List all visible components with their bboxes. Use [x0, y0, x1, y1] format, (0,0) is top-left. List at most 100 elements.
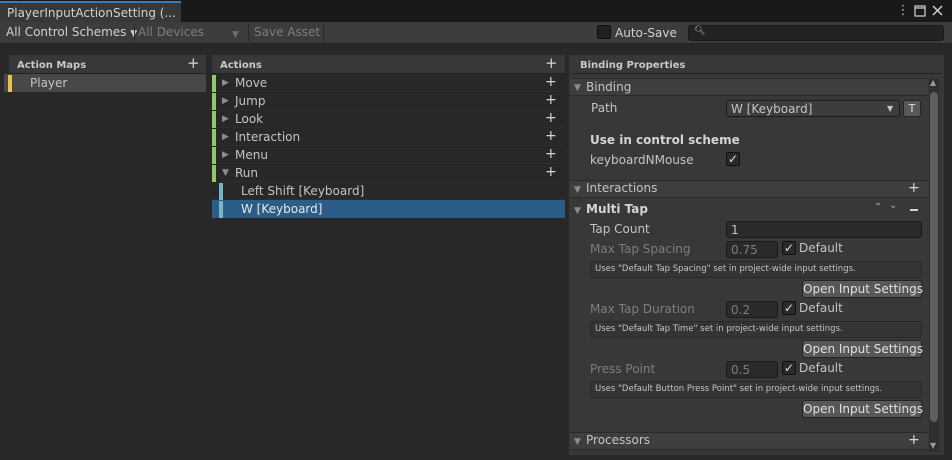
collapsed-arrow-icon[interactable]: ▶	[222, 132, 229, 142]
move-down-icon[interactable]: ⌄	[889, 200, 897, 211]
multi-tap-arrow-icon[interactable]: ▼	[574, 206, 581, 216]
scroll-down-icon[interactable]: ▼	[930, 441, 936, 450]
save-asset-button[interactable]: Save Asset	[254, 25, 320, 39]
auto-save-label: Auto-Save	[615, 26, 677, 40]
toolbar-divider	[323, 24, 324, 42]
processors-section-title: Processors	[586, 433, 651, 447]
collapsed-arrow-icon[interactable]: ▶	[222, 150, 229, 160]
control-schemes-dropdown[interactable]: All Control Schemes ▼	[6, 25, 137, 39]
open-input-settings-button[interactable]: Open Input Settings	[802, 400, 923, 418]
multi-tap-title: Multi Tap	[586, 202, 648, 216]
action-map-label: Player	[30, 76, 68, 90]
dropdown-arrow-icon: ▼	[887, 104, 894, 113]
path-value: W [Keyboard]	[731, 102, 813, 116]
scroll-up-icon[interactable]: ▲	[930, 78, 936, 87]
scrollbar-thumb[interactable]	[930, 92, 938, 422]
binding-label: W [Keyboard]	[241, 202, 323, 216]
add-binding-icon[interactable]: +	[545, 147, 557, 162]
devices-dropdown[interactable]: All Devices	[138, 25, 204, 39]
binding-color-bar	[219, 201, 223, 218]
scheme-checkbox[interactable]: ✓	[726, 152, 740, 166]
action-color-bar	[212, 165, 216, 182]
add-binding-icon[interactable]: +	[545, 129, 557, 144]
action-label: Look	[235, 112, 264, 126]
action-maps-header: Action Maps	[9, 55, 206, 74]
add-processor-icon[interactable]: +	[908, 433, 920, 448]
section-arrow-icon[interactable]: ▼	[574, 437, 581, 447]
max-tap-spacing-input[interactable]: 0.75	[726, 241, 778, 258]
max-tap-spacing-label: Max Tap Spacing	[590, 242, 691, 256]
spacing-default-label: Default	[799, 241, 843, 255]
move-up-icon[interactable]: ⌃	[874, 202, 882, 213]
press-default-checkbox[interactable]: ✓	[782, 361, 796, 375]
action-label: Interaction	[235, 130, 301, 144]
duration-help-text: Uses "Default Tap Time" set in project-w…	[590, 321, 922, 338]
vertical-ellipsis-icon[interactable]: ⋮	[895, 3, 911, 19]
action-map-color-bar	[8, 75, 12, 92]
path-label: Path	[591, 101, 618, 115]
checkmark-icon: ✓	[783, 241, 795, 255]
collapsed-arrow-icon[interactable]: ▶	[222, 78, 229, 88]
add-binding-icon[interactable]: +	[545, 165, 557, 180]
expanded-arrow-icon[interactable]: ▼	[222, 168, 229, 178]
action-row-look[interactable]	[212, 110, 565, 128]
section-arrow-icon[interactable]: ▼	[574, 83, 581, 93]
action-row-run[interactable]	[212, 164, 565, 182]
press-point-input[interactable]: 0.5	[726, 361, 778, 378]
spacing-default-checkbox[interactable]: ✓	[782, 241, 796, 255]
press-help-text: Uses "Default Button Press Point" set in…	[590, 381, 922, 398]
action-color-bar	[212, 111, 216, 128]
add-binding-icon[interactable]: +	[545, 111, 557, 126]
toolbar-divider	[134, 24, 135, 42]
add-action-icon[interactable]: +	[545, 56, 558, 71]
add-action-map-icon[interactable]: +	[187, 56, 200, 71]
max-tap-duration-input[interactable]: 0.2	[726, 301, 778, 318]
interactions-section-title: Interactions	[586, 181, 658, 195]
close-icon[interactable]	[929, 3, 945, 19]
devices-dropdown-arrow-icon: ▼	[232, 30, 239, 40]
action-color-bar	[212, 147, 216, 164]
scheme-name-label: keyboardNMouse	[590, 153, 694, 167]
add-interaction-icon[interactable]: +	[908, 181, 920, 196]
auto-save-checkbox[interactable]	[597, 25, 611, 39]
checkmark-icon: ✓	[727, 152, 739, 166]
path-dropdown[interactable]: W [Keyboard]	[726, 100, 900, 117]
toolbar-divider	[248, 24, 249, 42]
spacing-help-text: Uses "Default Tap Spacing" set in projec…	[590, 261, 922, 278]
action-maps-panel	[4, 55, 206, 455]
actions-header: Actions	[212, 55, 565, 74]
tap-count-input[interactable]: 1	[726, 221, 922, 238]
section-arrow-icon[interactable]: ▼	[574, 185, 581, 195]
tap-count-value: 1	[731, 223, 739, 237]
use-in-control-scheme-label: Use in control scheme	[590, 133, 740, 147]
max-tap-spacing-value: 0.75	[731, 243, 758, 257]
press-default-label: Default	[799, 361, 843, 375]
checkmark-icon: ✓	[783, 361, 795, 375]
open-input-settings-button[interactable]: Open Input Settings	[802, 340, 923, 358]
checkmark-icon: ✓	[783, 301, 795, 315]
window-tab[interactable]: PlayerInputActionSetting (...	[0, 1, 181, 22]
tap-count-label: Tap Count	[590, 222, 650, 236]
text-mode-button[interactable]: T	[903, 100, 921, 117]
press-point-label: Press Point	[590, 362, 656, 376]
action-label: Run	[235, 166, 259, 180]
binding-color-bar	[219, 183, 223, 200]
binding-properties-header: Binding Properties	[572, 55, 942, 74]
action-label: Menu	[235, 148, 268, 162]
add-binding-icon[interactable]: +	[545, 93, 557, 108]
open-input-settings-button[interactable]: Open Input Settings	[802, 280, 923, 298]
action-label: Jump	[235, 94, 266, 108]
maximize-icon[interactable]	[912, 3, 928, 19]
search-input[interactable]: 🔍︎	[688, 25, 944, 41]
add-binding-icon[interactable]: +	[545, 75, 557, 90]
max-tap-duration-value: 0.2	[731, 303, 751, 317]
action-color-bar	[212, 75, 216, 92]
remove-interaction-icon[interactable]	[910, 209, 918, 211]
binding-label: Left Shift [Keyboard]	[241, 184, 365, 198]
binding-section-title: Binding	[586, 80, 632, 94]
action-label: Move	[235, 76, 268, 90]
action-color-bar	[212, 129, 216, 146]
collapsed-arrow-icon[interactable]: ▶	[222, 114, 229, 124]
duration-default-checkbox[interactable]: ✓	[782, 301, 796, 315]
collapsed-arrow-icon[interactable]: ▶	[222, 96, 229, 106]
